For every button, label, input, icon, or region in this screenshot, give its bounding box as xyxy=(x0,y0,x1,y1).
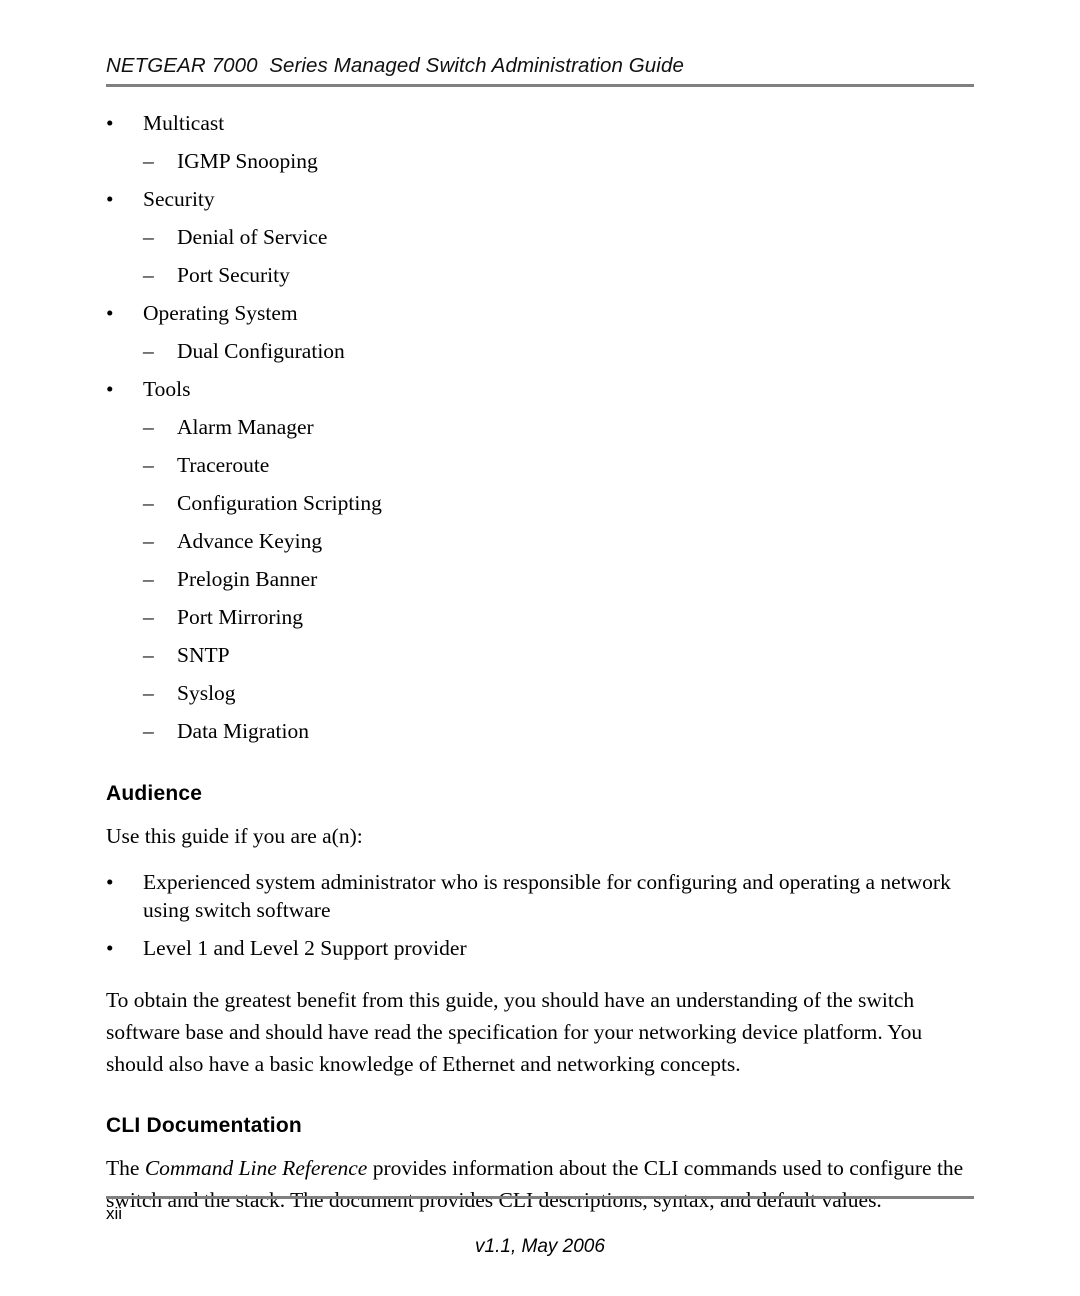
list-item: – Syslog xyxy=(106,674,974,712)
list-item: – Data Migration xyxy=(106,712,974,750)
bullet-marker-icon: • xyxy=(106,870,114,894)
audience-intro-paragraph: Use this guide if you are a(n): xyxy=(106,824,363,848)
dash-marker-icon: – xyxy=(143,491,154,515)
header-divider-rule xyxy=(106,84,974,87)
list-item: – Traceroute xyxy=(106,446,974,484)
bullet-marker-icon: • xyxy=(106,301,114,325)
list-item-label: Alarm Manager xyxy=(177,415,314,439)
list-item-label: Dual Configuration xyxy=(177,339,345,363)
dash-marker-icon: – xyxy=(143,681,154,705)
dash-marker-icon: – xyxy=(143,453,154,477)
cli-paragraph-lead: The xyxy=(106,1156,145,1180)
footer-divider-rule xyxy=(106,1196,974,1199)
list-item: – Configuration Scripting xyxy=(106,484,974,522)
dash-marker-icon: – xyxy=(143,263,154,287)
bullet-marker-icon: • xyxy=(106,936,114,960)
list-item-label: Advance Keying xyxy=(177,529,323,553)
feature-list: • Multicast – IGMP Snooping • Security –… xyxy=(106,104,974,750)
bullet-marker-icon: • xyxy=(106,377,114,401)
list-item-label: Tools xyxy=(143,377,191,401)
list-item: – Denial of Service xyxy=(106,218,974,256)
list-item: • Tools xyxy=(106,370,974,408)
dash-marker-icon: – xyxy=(143,719,154,743)
list-item-label: Data Migration xyxy=(177,719,309,743)
page-content: • Multicast – IGMP Snooping • Security –… xyxy=(106,104,974,1216)
list-item: • Experienced system administrator who i… xyxy=(106,868,974,924)
list-item-label: Multicast xyxy=(143,111,225,135)
list-item-label: Operating System xyxy=(143,301,298,325)
feature-sublist: – Denial of Service – Port Security xyxy=(106,218,974,294)
list-item: – SNTP xyxy=(106,636,974,674)
cli-documentation-paragraph: The Command Line Reference provides info… xyxy=(106,1152,974,1216)
list-item: • Multicast xyxy=(106,104,974,142)
list-item: – Port Mirroring xyxy=(106,598,974,636)
list-item-label: Prelogin Banner xyxy=(177,567,318,591)
feature-sublist: – Dual Configuration xyxy=(106,332,974,370)
dash-marker-icon: – xyxy=(143,567,154,591)
list-item: – Advance Keying xyxy=(106,522,974,560)
audience-body-paragraph: To obtain the greatest benefit from this… xyxy=(106,988,923,1076)
document-page: NETGEAR 7000 Series Managed Switch Admin… xyxy=(0,0,1080,1296)
list-item: – IGMP Snooping xyxy=(106,142,974,180)
bullet-marker-icon: • xyxy=(106,187,114,211)
list-item: – Prelogin Banner xyxy=(106,560,974,598)
cli-reference-title: Command Line Reference xyxy=(144,1156,368,1180)
list-item-label: Level 1 and Level 2 Support provider xyxy=(143,936,467,960)
list-item-label: Configuration Scripting xyxy=(177,491,382,515)
running-header-title: NETGEAR 7000 Series Managed Switch Admin… xyxy=(106,54,684,77)
list-item-label: Port Mirroring xyxy=(177,605,304,629)
footer-version-text: v1.1, May 2006 xyxy=(475,1236,605,1257)
list-item-label: Experienced system administrator who is … xyxy=(143,870,951,922)
list-item-label: Security xyxy=(143,187,215,211)
dash-marker-icon: – xyxy=(143,529,154,553)
list-item-label: Denial of Service xyxy=(177,225,328,249)
bullet-marker-icon: • xyxy=(106,111,114,135)
list-item-label: IGMP Snooping xyxy=(177,149,318,173)
list-item-label: Traceroute xyxy=(177,453,270,477)
list-item-label: SNTP xyxy=(177,643,230,667)
list-item: – Port Security xyxy=(106,256,974,294)
section-heading-audience: Audience xyxy=(106,782,203,805)
dash-marker-icon: – xyxy=(143,643,154,667)
dash-marker-icon: – xyxy=(143,339,154,363)
feature-sublist: – IGMP Snooping xyxy=(106,142,974,180)
list-item-label: Syslog xyxy=(177,681,236,705)
dash-marker-icon: – xyxy=(143,225,154,249)
dash-marker-icon: – xyxy=(143,415,154,439)
dash-marker-icon: – xyxy=(143,149,154,173)
audience-bullet-list: • Experienced system administrator who i… xyxy=(106,868,974,962)
list-item: – Alarm Manager xyxy=(106,408,974,446)
section-heading-cli-documentation: CLI Documentation xyxy=(106,1114,302,1137)
footer-page-number: xii xyxy=(106,1204,123,1223)
list-item: • Operating System xyxy=(106,294,974,332)
list-item-label: Port Security xyxy=(177,263,290,287)
list-item: • Security xyxy=(106,180,974,218)
dash-marker-icon: – xyxy=(143,605,154,629)
list-item: • Level 1 and Level 2 Support provider xyxy=(106,934,974,962)
feature-sublist: – Alarm Manager – Traceroute – Configura… xyxy=(106,408,974,750)
list-item: – Dual Configuration xyxy=(106,332,974,370)
